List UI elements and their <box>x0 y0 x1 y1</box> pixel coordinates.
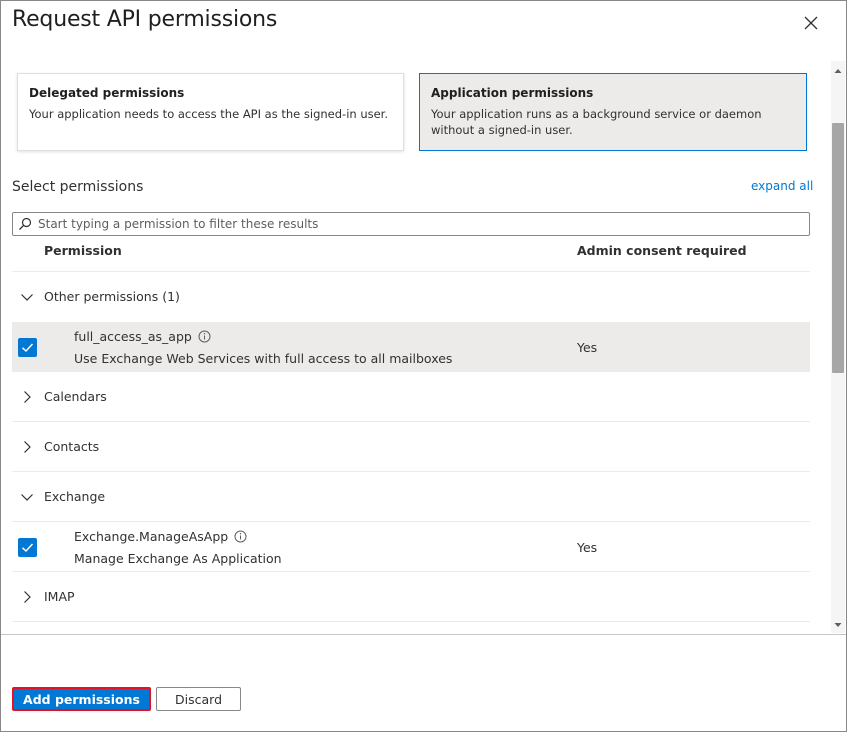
group-exchange[interactable]: Exchange <box>12 472 810 522</box>
manageasapp-checkbox[interactable] <box>18 538 37 557</box>
vertical-scrollbar[interactable] <box>831 61 845 633</box>
permission-description: Manage Exchange As Application <box>74 551 282 566</box>
delegated-permissions-card[interactable]: Delegated permissions Your application n… <box>17 73 404 151</box>
scroll-down-icon[interactable] <box>834 621 842 629</box>
admin-consent-value: Yes <box>577 340 598 355</box>
select-permissions-label: Select permissions <box>12 179 144 195</box>
group-contacts[interactable]: Contacts <box>12 422 810 472</box>
permission-name-wrap: full_access_as_app <box>74 329 211 344</box>
scroll-up-icon[interactable] <box>834 67 842 75</box>
group-label: Contacts <box>44 439 100 454</box>
checkmark-icon <box>21 543 34 553</box>
footer-divider <box>1 634 846 635</box>
group-label: Exchange <box>44 489 106 504</box>
application-permissions-card[interactable]: Application permissions Your application… <box>419 73 807 151</box>
permission-row-exchange-manageasapp[interactable]: Exchange.ManageAsApp Manage Exchange As … <box>12 522 810 572</box>
group-label: Calendars <box>44 389 107 404</box>
scrollbar-thumb[interactable] <box>832 123 844 373</box>
full-access-checkbox[interactable] <box>18 338 37 357</box>
add-permissions-button[interactable]: Add permissions <box>12 687 151 711</box>
chevron-right-icon <box>24 591 31 603</box>
request-api-permissions-panel: Request API permissions Delegated permis… <box>0 0 847 732</box>
permission-row-full-access-as-app[interactable]: full_access_as_app Use Exchange Web Serv… <box>12 322 810 372</box>
application-card-description: Your application runs as a background se… <box>431 107 762 137</box>
column-header-permission: Permission <box>44 243 122 258</box>
application-card-title: Application permissions <box>431 86 594 100</box>
chevron-right-icon <box>24 441 31 453</box>
permission-search-input[interactable] <box>36 214 806 234</box>
permission-name: Exchange.ManageAsApp <box>74 529 229 544</box>
permission-search-box[interactable] <box>12 212 810 236</box>
permission-name: full_access_as_app <box>74 329 192 344</box>
permission-description: Use Exchange Web Services with full acce… <box>74 351 453 366</box>
chevron-right-icon <box>24 391 31 403</box>
group-calendars[interactable]: Calendars <box>12 372 810 422</box>
discard-button[interactable]: Discard <box>156 687 241 711</box>
close-button[interactable] <box>798 10 824 36</box>
group-label: IMAP <box>44 589 75 604</box>
group-label: Other permissions (1) <box>44 289 180 304</box>
column-header-admin-consent: Admin consent required <box>577 243 747 258</box>
expand-all-link[interactable]: expand all <box>751 179 813 193</box>
info-icon[interactable] <box>198 330 211 343</box>
admin-consent-value: Yes <box>577 540 598 555</box>
group-imap[interactable]: IMAP <box>12 572 810 622</box>
chevron-down-icon <box>21 294 33 301</box>
close-icon <box>804 16 818 30</box>
row-divider <box>12 621 810 622</box>
delegated-card-description: Your application needs to access the API… <box>29 107 389 121</box>
permission-name-wrap: Exchange.ManageAsApp <box>74 529 247 544</box>
panel-content: Delegated permissions Your application n… <box>1 57 831 635</box>
search-icon <box>19 217 32 230</box>
checkmark-icon <box>21 343 34 353</box>
panel-title: Request API permissions <box>12 7 278 32</box>
group-other-permissions[interactable]: Other permissions (1) <box>12 272 810 322</box>
delegated-card-title: Delegated permissions <box>29 86 185 100</box>
info-icon[interactable] <box>234 530 247 543</box>
chevron-down-icon <box>21 494 33 501</box>
